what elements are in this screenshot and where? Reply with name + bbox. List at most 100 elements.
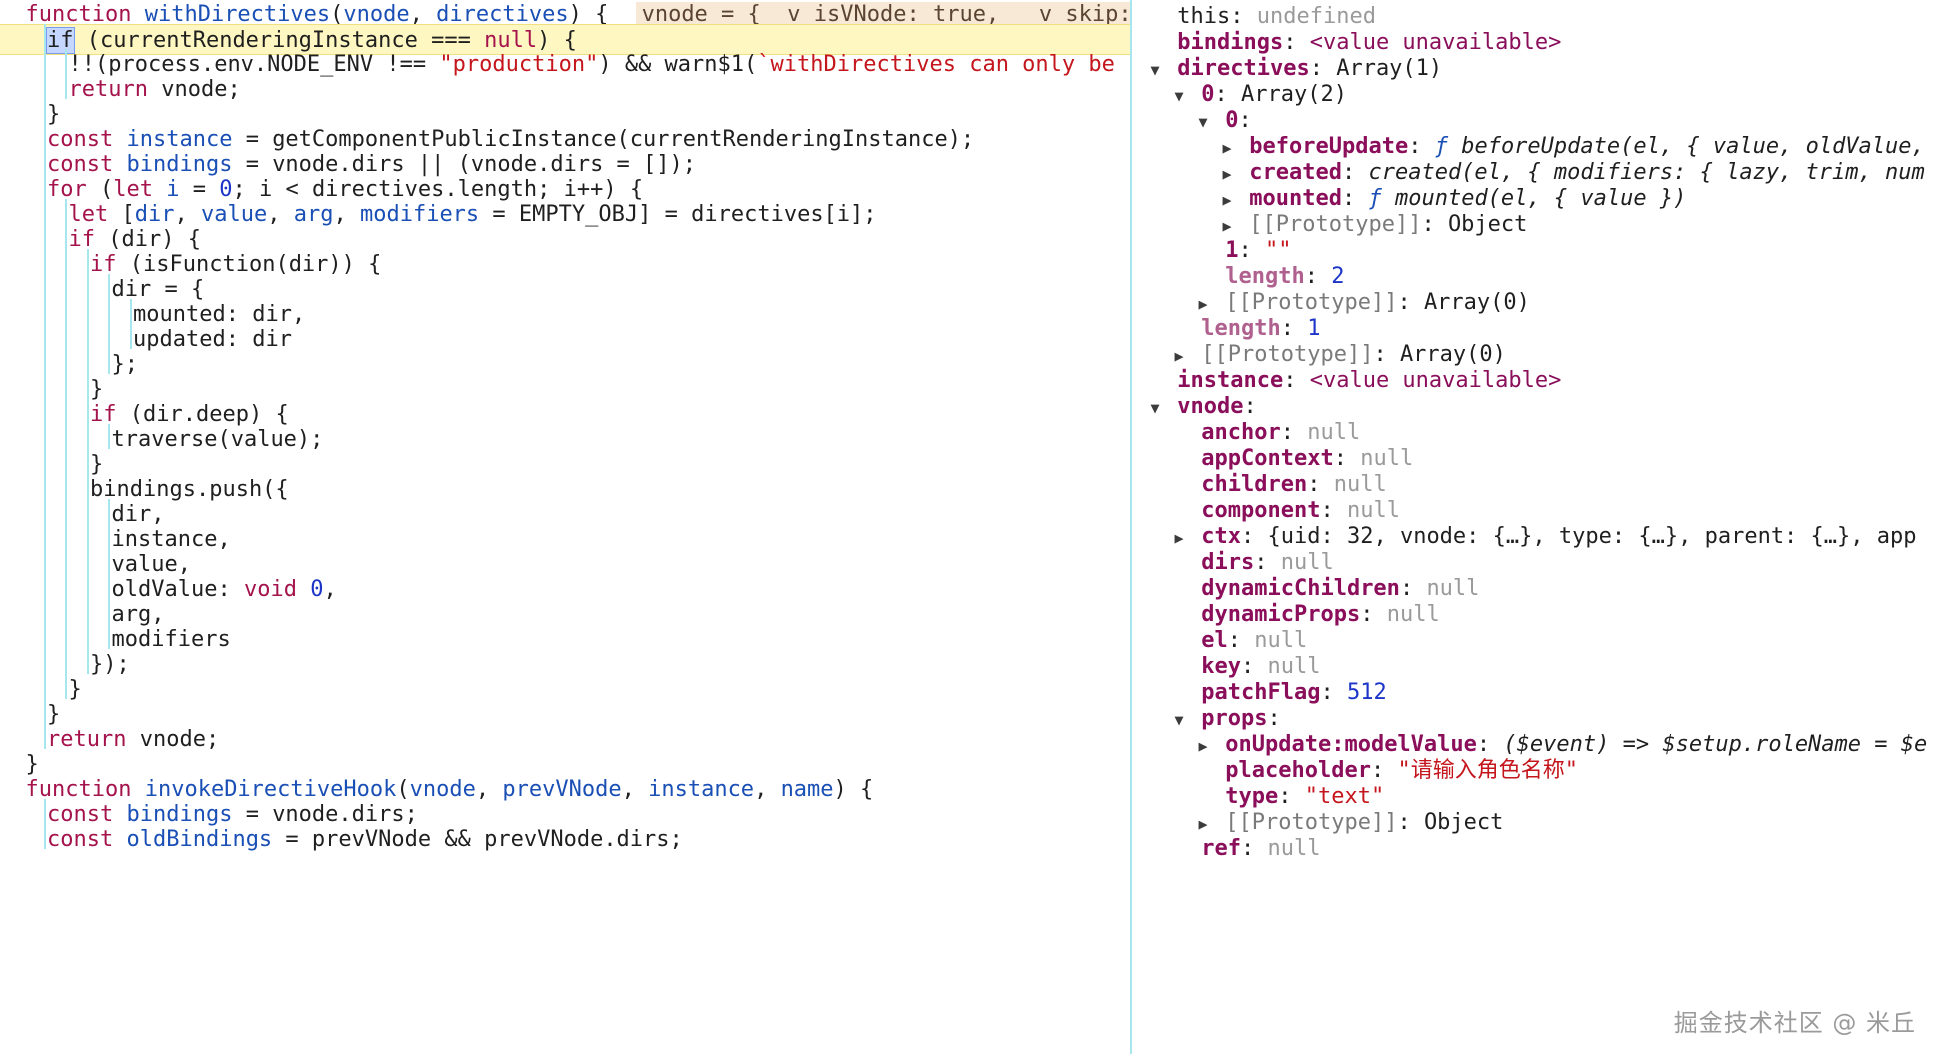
property-separator: : [1399, 576, 1427, 601]
property-value: null [1346, 498, 1400, 523]
property-separator: : [1241, 836, 1268, 861]
code-token: = prevVNode && prevVNode.dirs; [272, 827, 683, 852]
property-separator: : [1307, 472, 1334, 497]
property-value: <value unavailable> [1309, 368, 1562, 393]
property-value: undefined [1256, 4, 1376, 29]
watermark: 掘金技术社区 @ 米丘 [1673, 1009, 1916, 1037]
property-value: "text" [1304, 784, 1385, 809]
property-value: Array(1) [1336, 56, 1443, 81]
property-separator: : [1238, 238, 1265, 263]
property-separator: : [1370, 758, 1398, 783]
property-key: dynamicProps [1201, 602, 1361, 627]
property-value: null [1386, 602, 1440, 627]
property-separator: : [1254, 550, 1281, 575]
function-signature: beforeUpdate(el, { value, oldValue, [1461, 134, 1925, 159]
property-key: component [1201, 498, 1321, 523]
property-value: Object [1447, 212, 1528, 237]
property-separator: : [1397, 810, 1424, 835]
property-key: dirs [1201, 550, 1255, 575]
function-signature: mounted(el, { value }) [1394, 186, 1687, 211]
property-separator: : [1333, 446, 1361, 471]
property-key: [[Prototype]] [1225, 290, 1398, 315]
property-separator: : [1243, 394, 1270, 419]
property-separator: : [1283, 30, 1310, 55]
property-key: [[Prototype]] [1225, 810, 1398, 835]
property-separator: : [1304, 264, 1332, 289]
property-separator: : [1320, 498, 1347, 523]
function-value: ($event) => $setup.roleName = $e [1503, 732, 1927, 757]
indent-guide [43, 799, 46, 849]
property-separator: : [1280, 316, 1308, 341]
indent-guide [129, 299, 132, 349]
property-value: "" [1265, 238, 1292, 263]
property-separator: : [1283, 368, 1310, 393]
property-key: bindings [1177, 30, 1284, 55]
code-line[interactable]: const oldBindings = prevVNode && prevVNo… [0, 824, 1130, 855]
property-value: null [1307, 420, 1361, 445]
code-token: oldBindings [126, 827, 273, 852]
property-separator: : [1341, 160, 1369, 185]
property-separator: : [1227, 628, 1255, 653]
indent-guide [86, 249, 89, 674]
property-value: Array(2) [1241, 82, 1347, 107]
property-value: Array(0) [1423, 290, 1530, 315]
property-separator: : [1476, 732, 1504, 757]
property-value: null [1254, 628, 1308, 653]
property-key: key [1201, 654, 1241, 679]
indent-guide [43, 24, 46, 749]
property-separator: : [1397, 290, 1424, 315]
property-value: Object [1423, 810, 1504, 835]
property-key: dynamicChildren [1201, 576, 1400, 601]
property-key: placeholder [1225, 758, 1371, 783]
property-value: 1 [1307, 316, 1321, 341]
source-code-pane[interactable]: function withDirectives(vnode, directive… [0, 0, 1132, 1054]
indent-guide [65, 199, 67, 699]
property-value: null [1360, 446, 1414, 471]
property-key: directives [1177, 56, 1310, 81]
property-key: el [1201, 628, 1228, 653]
property-key: anchor [1201, 420, 1281, 445]
function-value: ƒ beforeUpdate(el, { value, oldValue, [1435, 134, 1925, 159]
property-value: null [1267, 836, 1321, 861]
property-value: {uid: 32, vnode: {…}, type: {…}, parent:… [1267, 524, 1917, 549]
property-separator: : [1280, 420, 1308, 445]
property-value: null [1333, 472, 1387, 497]
function-signature: created(el, { modifiers: { lazy, trim, n… [1368, 160, 1925, 185]
property-key: type [1225, 784, 1279, 809]
property-value: 2 [1331, 264, 1345, 289]
property-separator: : [1408, 134, 1435, 159]
property-separator: : [1214, 82, 1241, 107]
indent-guide [108, 274, 110, 374]
property-value: "请输入角色名称" [1397, 758, 1578, 783]
property-key: appContext [1201, 446, 1334, 471]
property-key: created [1249, 160, 1342, 185]
property-key: ref [1201, 836, 1241, 861]
property-value: null [1426, 576, 1480, 601]
property-key: this [1177, 4, 1231, 29]
property-value: Array(0) [1399, 342, 1506, 367]
property-key: beforeUpdate [1249, 134, 1409, 159]
function-value: ƒ mounted(el, { value }) [1368, 186, 1686, 211]
property-value: <value unavailable> [1309, 30, 1562, 55]
property-key: onUpdate:modelValue [1225, 732, 1477, 757]
property-key: [[Prototype]] [1249, 212, 1422, 237]
property-key: 0 [1201, 82, 1215, 107]
property-separator: : [1360, 602, 1387, 627]
property-value: null [1280, 550, 1334, 575]
property-separator: : [1267, 706, 1294, 731]
property-key: vnode [1177, 394, 1244, 419]
scope-property-row: ref: null [1132, 833, 1934, 865]
function-f-icon: ƒ [1368, 186, 1395, 211]
property-separator: : [1241, 654, 1268, 679]
indent-guide [108, 499, 110, 649]
function-signature: ($event) => $setup.roleName = $e [1503, 732, 1928, 757]
property-value: 512 [1346, 680, 1387, 705]
property-key: ctx [1201, 524, 1241, 549]
indent-guide [108, 424, 110, 449]
scope-variables-pane[interactable]: this: undefined bindings: <value unavail… [1132, 0, 1934, 1054]
property-key: 0 [1225, 108, 1239, 133]
property-key: children [1201, 472, 1308, 497]
property-key: length [1225, 264, 1305, 289]
property-key: patchFlag [1201, 680, 1321, 705]
function-f-icon: ƒ [1434, 134, 1462, 159]
